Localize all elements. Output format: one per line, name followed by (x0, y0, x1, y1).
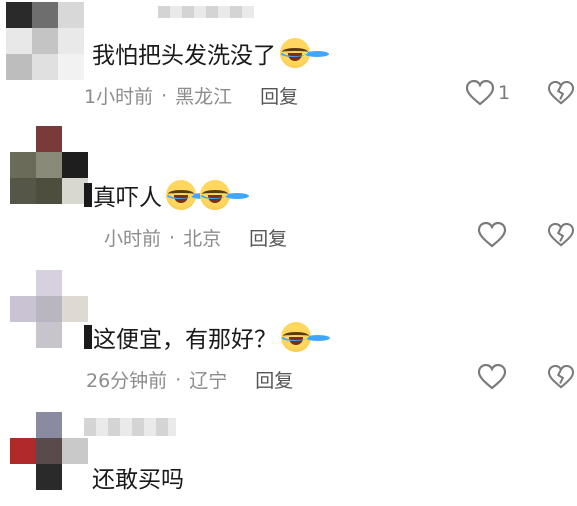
username-blurred[interactable] (84, 418, 176, 436)
comment-text: 真吓人 (84, 178, 230, 212)
comment-time: 1小时前 (84, 86, 154, 108)
comment-time: 小时前 (104, 228, 162, 250)
heart-outline-icon (466, 80, 494, 106)
username-blurred[interactable] (158, 6, 254, 18)
comment-meta: 26分钟前 · 辽宁 回复 (86, 366, 293, 393)
comment-text: 还敢买吗 (92, 467, 184, 493)
heart-outline-icon (478, 364, 506, 390)
like-button[interactable] (478, 364, 506, 390)
avatar[interactable] (10, 126, 88, 204)
broken-heart-icon (547, 364, 575, 389)
comment-meta: 1小时前 · 黑龙江 回复 (84, 82, 298, 109)
like-button[interactable] (478, 222, 506, 248)
laugh-cry-emoji-icon (280, 38, 310, 68)
comment-text: 我怕把头发洗没了 (92, 36, 310, 70)
redaction-bar (84, 183, 92, 207)
broken-heart-icon (547, 80, 575, 105)
dislike-button[interactable] (547, 80, 575, 109)
heart-outline-icon (478, 222, 506, 248)
comment-meta: 小时前 · 北京 回复 (104, 224, 287, 251)
avatar[interactable] (10, 270, 88, 348)
dislike-button[interactable] (547, 364, 575, 393)
comment-text: 这便宜，有那好？ (84, 320, 311, 354)
comment-location: 北京 (183, 228, 222, 250)
meta-separator: · (175, 368, 182, 391)
reply-button[interactable]: 回复 (260, 82, 298, 109)
laugh-cry-emoji-icon (166, 180, 196, 210)
like-button[interactable]: 1 (466, 80, 510, 106)
avatar[interactable] (10, 412, 88, 490)
avatar[interactable] (6, 2, 84, 80)
redaction-bar (84, 325, 92, 349)
broken-heart-icon (547, 222, 575, 247)
meta-separator: · (169, 226, 176, 249)
dislike-button[interactable] (547, 222, 575, 251)
laugh-cry-emoji-icon (281, 322, 311, 352)
like-count: 1 (498, 82, 511, 104)
reply-button[interactable]: 回复 (255, 366, 293, 393)
comment-time: 26分钟前 (86, 370, 168, 392)
reply-button[interactable]: 回复 (249, 224, 287, 251)
comment-location: 辽宁 (189, 370, 228, 392)
laugh-cry-emoji-icon (200, 180, 230, 210)
meta-separator: · (161, 84, 168, 107)
comment-location: 黑龙江 (175, 86, 233, 108)
